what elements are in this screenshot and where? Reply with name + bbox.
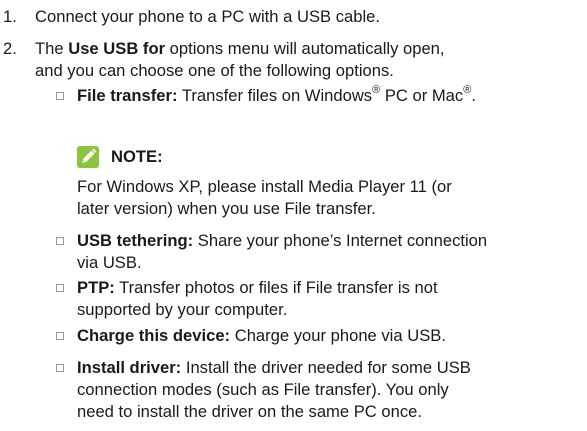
option-label: Charge this device: bbox=[77, 326, 231, 345]
option-label: PTP: bbox=[77, 278, 115, 297]
note-header: NOTE: bbox=[77, 144, 163, 170]
menu-name: Use USB for bbox=[68, 39, 166, 58]
step-number: 1. bbox=[3, 7, 17, 26]
square-bullet-icon bbox=[56, 284, 64, 292]
square-bullet-icon bbox=[56, 364, 64, 372]
pencil-note-icon bbox=[77, 146, 99, 168]
step-number: 2. bbox=[3, 39, 17, 58]
note-label: NOTE: bbox=[111, 147, 163, 166]
step-text: The Use USB for options menu will automa… bbox=[35, 39, 445, 80]
step-text: Connect your phone to a PC with a USB ca… bbox=[35, 7, 380, 26]
option-label: Install driver: bbox=[77, 358, 182, 377]
square-bullet-icon bbox=[56, 237, 64, 245]
square-bullet-icon bbox=[56, 332, 64, 340]
option-label: File transfer: bbox=[77, 86, 178, 105]
instructions-page: 1. Connect your phone to a PC with a USB… bbox=[0, 0, 587, 431]
note-body: For Windows XP, please install Media Pla… bbox=[77, 177, 452, 218]
option-label: USB tethering: bbox=[77, 231, 194, 250]
square-bullet-icon bbox=[56, 92, 64, 100]
